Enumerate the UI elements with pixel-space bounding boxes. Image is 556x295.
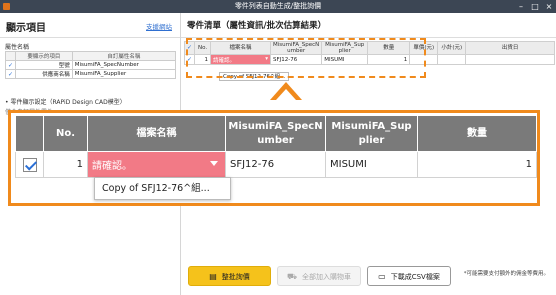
help-link[interactable]: 支援網站: [146, 21, 172, 31]
chevron-down-icon: [210, 161, 218, 166]
header-no: No.: [43, 115, 88, 152]
check-icon: ✓: [8, 70, 14, 78]
header-spec-line2: umber: [257, 134, 294, 146]
header-custom-attr: 自訂屬性名稱: [71, 51, 177, 61]
cart-icon: ⛟: [286, 272, 298, 281]
row-value[interactable]: MisumiFA_SpecNumber: [71, 60, 177, 70]
header-check: [4, 51, 17, 61]
attr-section-label: 屬性名稱: [5, 44, 30, 51]
divider: [0, 37, 180, 38]
download-csv-label: 下載成CSV檔案: [390, 273, 440, 281]
row-checkbox[interactable]: ✓: [4, 60, 17, 70]
attribute-table: 要顯示的項目 自訂屬性名稱 ✓ 型號 MisumiFA_SpecNumber ✓…: [4, 51, 177, 79]
fee-note: *可能需要支付額外的佣金等費用。: [463, 271, 549, 277]
check-icon: ✓: [8, 61, 14, 69]
file-icon: ▭: [378, 272, 386, 281]
zoomed-parts-table: No. 檔案名稱 MisumiFA_SpecNumber MisumiFA_Su…: [15, 115, 537, 178]
maximize-icon[interactable]: □: [528, 0, 542, 13]
row-supplier: MISUMI: [325, 151, 418, 178]
header-subtotal: 小計(元): [437, 41, 467, 55]
add-all-to-cart-label: 全部加入購物車: [302, 273, 352, 281]
row-qty[interactable]: 1: [417, 151, 537, 178]
table-row: 1 請確認。 SFJ12-76 MISUMI 1: [15, 151, 537, 178]
bulk-quote-label: 整批詢價: [221, 273, 250, 281]
document-icon: ▤: [209, 272, 217, 281]
callout-arrow-inner: [276, 89, 296, 100]
row-checkbox[interactable]: [15, 151, 44, 178]
table-row: ✓ 供應商名稱 MisumiFA_Supplier: [4, 69, 177, 79]
row-spec: SFJ12-76: [225, 151, 326, 178]
highlight-box: [186, 38, 426, 78]
file-dropdown[interactable]: 請確認。: [87, 151, 226, 178]
header-spec: MisumiFA_SpecNumber: [225, 115, 326, 152]
row-checkbox[interactable]: ✓: [4, 69, 17, 79]
header-spec-line1: MisumiFA_SpecN: [228, 120, 323, 132]
add-all-to-cart-button[interactable]: ⛟ 全部加入購物車: [277, 266, 361, 286]
title-bar: 零件列表自動生成/整批詢價 – □ ×: [0, 0, 556, 13]
panel-title: 顯示項目: [6, 23, 46, 34]
header-supplier: MisumiFA_Supplier: [325, 115, 418, 152]
header-check: [15, 115, 44, 152]
close-icon[interactable]: ×: [542, 0, 556, 13]
row-ship-date: [465, 54, 555, 65]
header-ship-date: 出貨日: [465, 41, 555, 55]
row-subtotal: [437, 54, 467, 65]
download-csv-button[interactable]: ▭ 下載成CSV檔案: [367, 266, 451, 286]
file-option-popup[interactable]: Copy of SFJ12-76^組...: [94, 177, 231, 200]
header-supplier-line2: plier: [358, 134, 385, 146]
bulk-quote-button[interactable]: ▤ 整批詢價: [188, 266, 271, 286]
row-value[interactable]: MisumiFA_Supplier: [71, 69, 177, 79]
header-file: 檔案名稱: [87, 115, 226, 152]
header-qty: 數量: [417, 115, 537, 152]
row-label: 供應商名稱: [15, 69, 73, 79]
file-dropdown-value: 請確認。: [92, 161, 132, 172]
window-title: 零件列表自動生成/整批詢價: [234, 2, 322, 10]
header-display-item: 要顯示的項目: [15, 51, 73, 61]
header-supplier-line1: MisumiFA_Sup: [331, 120, 412, 132]
minimize-icon[interactable]: –: [514, 0, 528, 13]
part-section-label: • 零件顯示設定（RAPiD Design CAD模型）: [5, 99, 126, 106]
zoomed-table: No. 檔案名稱 MisumiFA_SpecNumber MisumiFA_Su…: [8, 110, 540, 206]
table-row: ✓ 型號 MisumiFA_SpecNumber: [4, 60, 177, 70]
check-icon: [22, 157, 37, 172]
row-label: 型號: [15, 60, 73, 70]
panel-title: 零件清單（屬性資訊/批次估算結果）: [187, 21, 327, 31]
row-no: 1: [43, 151, 88, 178]
